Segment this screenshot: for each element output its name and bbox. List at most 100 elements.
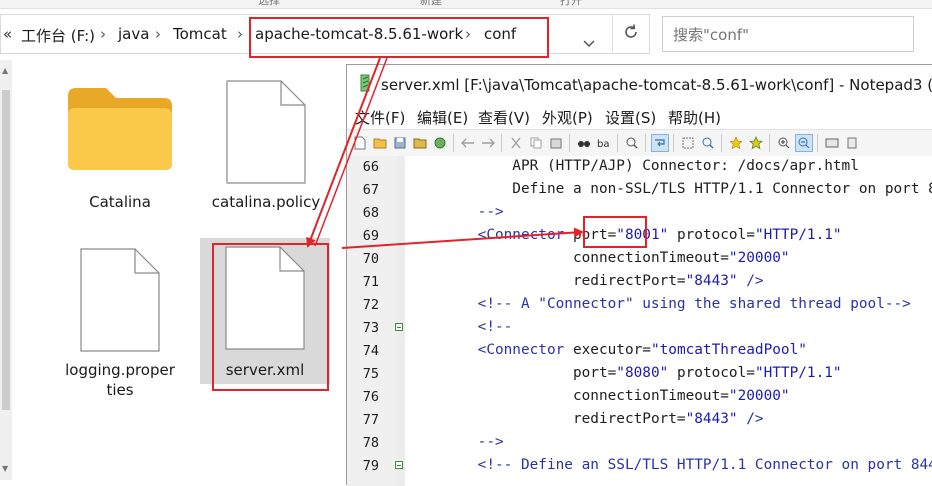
document-icon	[80, 248, 160, 356]
ribbon-label[interactable]: 新建	[420, 0, 442, 8]
menu-settings[interactable]: 设置(S)	[605, 107, 656, 128]
code-line[interactable]: 70 connectionTimeout="20000"	[347, 248, 932, 271]
toolbar-separator	[453, 134, 454, 152]
code-line[interactable]: 68 -->	[347, 202, 932, 225]
redo-icon[interactable]	[479, 134, 497, 152]
breadcrumb-separator[interactable]: ›	[155, 25, 161, 43]
toolbar-separator	[645, 134, 646, 152]
code-text: <!--	[443, 319, 513, 335]
notepad-app-icon	[359, 73, 373, 97]
code-line[interactable]: 78 -->	[347, 432, 932, 455]
find-icon[interactable]	[575, 134, 593, 152]
breadcrumb-separator[interactable]: ›	[100, 25, 106, 43]
document-icon	[225, 246, 305, 354]
menu-edit[interactable]: 编辑(E)	[417, 107, 468, 128]
save-as-icon[interactable]	[411, 134, 429, 152]
toolbar-separator	[769, 134, 770, 152]
goto-icon[interactable]	[623, 134, 641, 152]
word-wrap-icon[interactable]	[651, 134, 669, 152]
search-all-icon[interactable]	[699, 134, 717, 152]
code-text: connectionTimeout="20000"	[572, 388, 790, 404]
zoom-out-icon[interactable]	[795, 134, 813, 152]
toolbar: ba	[347, 129, 932, 157]
code-text: Define a non-SSL/TLS HTTP/1.1 Connector …	[443, 181, 932, 197]
breadcrumb-conf[interactable]: conf	[484, 25, 516, 43]
code-line[interactable]: 75 port="8080" protocol="HTTP/1.1"	[347, 363, 932, 386]
file-item-catalina-policy[interactable]: catalina.policy	[206, 70, 326, 220]
code-line[interactable]: 76 connectionTimeout="20000"	[347, 386, 932, 409]
line-number: 71	[362, 274, 379, 290]
fold-toggle-icon[interactable]	[395, 461, 403, 469]
line-number: 76	[362, 389, 379, 405]
replace-icon[interactable]: ba	[595, 134, 613, 152]
star-icon[interactable]	[727, 134, 745, 152]
file-item-catalina[interactable]: Catalina	[60, 70, 180, 220]
code-line[interactable]: 67 Define a non-SSL/TLS HTTP/1.1 Connect…	[347, 179, 932, 202]
scroll-down-icon[interactable]: ▼	[2, 464, 8, 473]
menu-file[interactable]: 文件(F)	[355, 107, 405, 128]
overflow-crumb-icon[interactable]: «	[3, 25, 12, 43]
file-name-line: ties	[106, 381, 134, 399]
code-line[interactable]: 72 <!-- A "Connector" using the shared t…	[347, 294, 932, 317]
notepad3-window: server.xml [F:\java\Tomcat\apache-tomcat…	[346, 64, 932, 486]
undo-icon[interactable]	[459, 134, 477, 152]
address-bar[interactable]: « 工作台 (F:) › java › Tomcat › apache-tomc…	[0, 14, 650, 54]
code-line[interactable]: 77 redirectPort="8443" />	[347, 409, 932, 432]
breadcrumb-apache-tomcat[interactable]: apache-tomcat-8.5.61-work	[255, 25, 463, 43]
folder-icon	[66, 86, 174, 176]
browse-icon[interactable]	[431, 134, 449, 152]
code-text: redirectPort="8443" />	[572, 411, 764, 427]
code-text: <Connector executor="tomcatThreadPool"	[477, 342, 807, 358]
scrollbar-thumb[interactable]	[2, 90, 10, 410]
code-line[interactable]: 69 <Connector port="8001" protocol="HTTP…	[347, 225, 932, 248]
settings-icon[interactable]	[823, 134, 841, 152]
code-text: <Connector port="8001" protocol="HTTP/1.…	[477, 227, 842, 243]
breadcrumb-tomcat[interactable]: Tomcat	[173, 25, 227, 43]
favorites-icon[interactable]	[747, 134, 765, 152]
line-number: 66	[362, 159, 379, 175]
line-number: 75	[362, 366, 379, 382]
code-line[interactable]: 74 <Connector executor="tomcatThreadPool…	[347, 340, 932, 363]
title-bar[interactable]: server.xml [F:\java\Tomcat\apache-tomcat…	[347, 65, 932, 101]
open-folder-icon[interactable]	[371, 134, 389, 152]
paste-icon[interactable]	[547, 134, 565, 152]
fold-toggle-icon[interactable]	[395, 323, 403, 331]
menu-help[interactable]: 帮助(H)	[668, 107, 721, 128]
code-line[interactable]: 73 <!--	[347, 317, 932, 340]
exit-icon[interactable]	[843, 134, 861, 152]
line-number: 78	[362, 435, 379, 451]
file-name: catalina.policy	[211, 193, 321, 211]
breadcrumb-drive[interactable]: 工作台 (F:)	[21, 25, 95, 46]
ribbon-strip: 选择 新建 打开	[0, 0, 932, 9]
ribbon-label[interactable]: 打开	[560, 0, 582, 8]
code-text: <!-- A "Connector" using the shared thre…	[443, 296, 911, 312]
block-select-icon[interactable]	[679, 134, 697, 152]
zoom-in-icon[interactable]	[775, 134, 793, 152]
breadcrumb-java[interactable]: java	[118, 25, 149, 43]
line-number: 73	[362, 320, 379, 336]
save-icon[interactable]	[391, 134, 409, 152]
menu-view[interactable]: 查看(V)	[478, 107, 530, 128]
menu-bar: 文件(F) 编辑(E) 查看(V) 外观(P) 设置(S) 帮助(H)	[347, 103, 932, 129]
cut-icon[interactable]	[507, 134, 525, 152]
code-editor[interactable]: 66 APR (HTTP/AJP) Connector: /docs/apr.h…	[347, 156, 932, 486]
scroll-up-icon[interactable]: ▲	[2, 66, 8, 75]
code-text: port="8080" protocol="HTTP/1.1"	[572, 365, 842, 381]
code-line[interactable]: 66 APR (HTTP/AJP) Connector: /docs/apr.h…	[347, 156, 932, 179]
ribbon-label[interactable]: 选择	[258, 0, 280, 8]
code-line[interactable]: 79 <!-- Define an SSL/TLS HTTP/1.1 Conne…	[347, 455, 932, 478]
copy-icon[interactable]	[527, 134, 545, 152]
breadcrumb-separator[interactable]: ›	[465, 25, 471, 43]
chevron-down-icon[interactable]	[583, 37, 595, 52]
toolbar-separator	[673, 134, 674, 152]
search-input[interactable]	[671, 24, 905, 46]
refresh-button[interactable]	[612, 14, 648, 54]
menu-appearance[interactable]: 外观(P)	[542, 107, 593, 128]
breadcrumb-separator[interactable]: ›	[237, 25, 243, 43]
file-item-logging-properties[interactable]: logging.proper ties	[60, 240, 180, 399]
search-box[interactable]	[662, 16, 914, 52]
file-item-server-xml[interactable]: server.xml	[200, 238, 330, 384]
new-file-icon[interactable]	[351, 134, 369, 152]
vertical-scrollbar[interactable]: ▲ ▼	[0, 60, 12, 480]
code-line[interactable]: 71 redirectPort="8443" />	[347, 271, 932, 294]
